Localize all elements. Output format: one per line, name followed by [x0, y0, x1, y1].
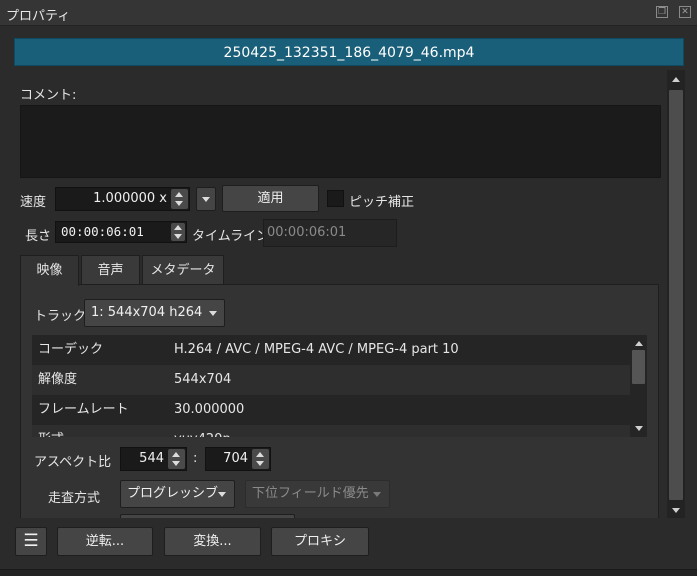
field-order-value: 下位フィールド優先: [252, 486, 369, 501]
aspect-height-spinbox[interactable]: 704: [205, 447, 271, 471]
comment-textarea[interactable]: [20, 105, 661, 178]
scroll-down-icon[interactable]: [634, 426, 643, 431]
duration-spinbox[interactable]: 00:00:06:01: [55, 221, 187, 243]
duration-stepper[interactable]: [171, 223, 185, 241]
file-name-banner: 250425_132351_186_4079_46.mp4: [14, 38, 684, 66]
aspect-width-value: 544: [139, 451, 164, 466]
duration-label: 長さ: [25, 229, 52, 244]
chevron-down-icon: [209, 311, 217, 316]
info-key: フレームレート: [38, 402, 129, 417]
proxy-button[interactable]: プロキシ: [271, 527, 369, 556]
scan-mode-label: 走査方式: [48, 491, 101, 506]
info-value: yuv420p: [174, 425, 231, 437]
duration-value: 00:00:06:01: [61, 224, 144, 239]
timeline-duration-field: 00:00:06:01: [263, 219, 397, 247]
step-down-icon[interactable]: [174, 234, 182, 239]
step-down-icon[interactable]: [256, 461, 264, 466]
bottom-edge: [0, 569, 697, 576]
aspect-height-stepper[interactable]: [252, 449, 269, 469]
step-up-icon[interactable]: [256, 452, 264, 457]
pitch-correction-label: ピッチ補正: [349, 195, 415, 210]
speed-spinbox[interactable]: 1.000000 x: [55, 187, 190, 211]
scroll-up-icon[interactable]: [634, 341, 643, 346]
table-row[interactable]: 形式 yuv420p: [32, 425, 630, 437]
menu-icon[interactable]: ☰: [15, 527, 47, 556]
chevron-down-icon: [373, 492, 381, 497]
scroll-up-icon[interactable]: [672, 77, 680, 82]
timeline-label: タイムライン: [192, 229, 270, 244]
field-order-select[interactable]: 下位フィールド優先: [245, 480, 390, 508]
speed-label: 速度: [20, 195, 47, 210]
scrollbar-thumb[interactable]: [632, 350, 645, 384]
info-table-scrollbar[interactable]: [630, 335, 647, 437]
aspect-height-value: 704: [223, 451, 248, 466]
apply-button[interactable]: 適用: [222, 185, 319, 212]
pitch-correction-checkbox[interactable]: [327, 190, 344, 207]
tab-metadata[interactable]: メタデータ: [142, 255, 224, 285]
table-row[interactable]: コーデック H.264 / AVC / MPEG-4 AVC / MPEG-4 …: [32, 335, 630, 365]
step-up-icon[interactable]: [174, 225, 182, 230]
scrollbar-thumb[interactable]: [669, 90, 683, 500]
convert-button[interactable]: 変換...: [164, 527, 261, 556]
info-key: 解像度: [38, 372, 78, 387]
video-info-table: コーデック H.264 / AVC / MPEG-4 AVC / MPEG-4 …: [32, 335, 630, 437]
speed-value: 1.000000 x: [93, 191, 167, 206]
comment-label: コメント:: [20, 88, 77, 103]
reverse-button[interactable]: 逆転...: [57, 527, 153, 556]
track-select[interactable]: 1: 544x704 h264: [84, 299, 225, 327]
track-label: トラック: [34, 309, 87, 324]
title-bar: プロパティ ❐ ✕: [0, 0, 697, 26]
table-row[interactable]: 解像度 544x704: [32, 365, 630, 395]
step-down-icon[interactable]: [172, 461, 180, 466]
speed-stepper[interactable]: [171, 189, 188, 209]
scan-mode-value: プログレッシブ: [127, 486, 219, 501]
speed-preset-dropdown[interactable]: [196, 187, 216, 211]
info-key: 形式: [38, 425, 64, 437]
chevron-down-icon: [218, 492, 226, 497]
close-icon[interactable]: ✕: [679, 6, 691, 18]
info-value: H.264 / AVC / MPEG-4 AVC / MPEG-4 part 1…: [174, 342, 459, 357]
restore-icon[interactable]: ❐: [656, 6, 668, 18]
aspect-separator: :: [193, 451, 198, 466]
tab-audio[interactable]: 音声: [81, 255, 140, 285]
properties-scrollbar[interactable]: [667, 70, 685, 520]
step-down-icon[interactable]: [175, 201, 183, 206]
info-value: 30.000000: [174, 402, 245, 417]
window-title: プロパティ: [6, 9, 71, 24]
chevron-down-icon: [202, 197, 210, 202]
scroll-down-icon[interactable]: [672, 508, 680, 513]
info-key: コーデック: [38, 342, 104, 357]
scan-mode-select[interactable]: プログレッシブ: [120, 480, 235, 508]
tab-video[interactable]: 映像: [20, 255, 79, 286]
aspect-width-spinbox[interactable]: 544: [120, 447, 187, 471]
step-up-icon[interactable]: [172, 452, 180, 457]
info-value: 544x704: [174, 372, 232, 387]
aspect-ratio-label: アスペクト比: [34, 455, 112, 470]
track-selected-value: 1: 544x704 h264: [91, 305, 203, 320]
table-row[interactable]: フレームレート 30.000000: [32, 395, 630, 425]
aspect-width-stepper[interactable]: [168, 449, 185, 469]
step-up-icon[interactable]: [175, 192, 183, 197]
